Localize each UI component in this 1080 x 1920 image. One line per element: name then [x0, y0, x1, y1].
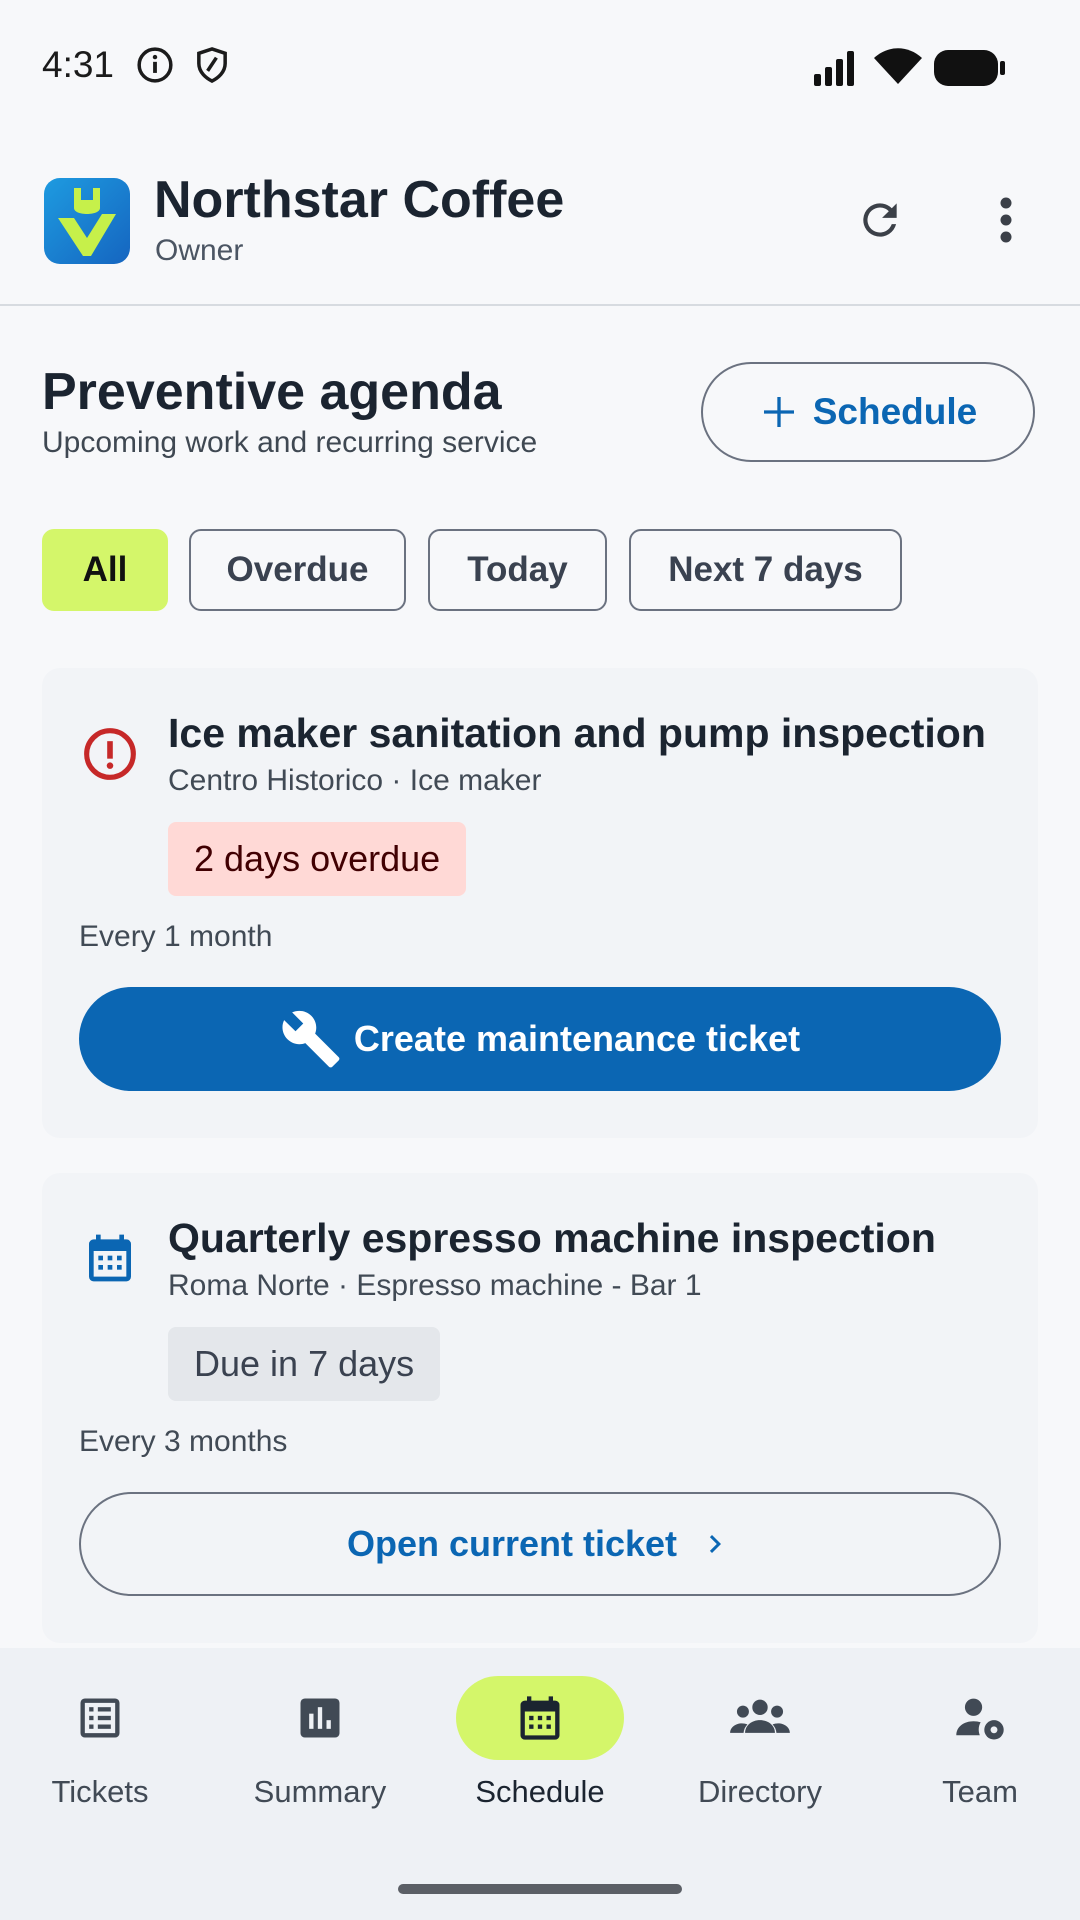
nav-summary[interactable]: Summary — [212, 1676, 428, 1826]
chevron-right-icon — [709, 1535, 722, 1553]
app-title: Northstar Coffee — [154, 171, 565, 229]
refresh-button[interactable] — [852, 192, 908, 248]
nav-tickets-label: Tickets — [51, 1774, 149, 1809]
app-logo — [44, 178, 130, 264]
status-time: 4:31 — [42, 44, 115, 85]
card-title: Ice maker sanitation and pump inspection — [168, 710, 986, 756]
nav-schedule[interactable]: Schedule — [432, 1676, 648, 1826]
plus-icon — [763, 397, 794, 427]
more-vert-icon — [1000, 197, 1012, 243]
overdue-badge: 2 days overdue — [168, 822, 467, 896]
schedule-button-label: Schedule — [812, 391, 978, 432]
filter-chip-overdue[interactable]: Overdue — [189, 529, 406, 611]
list-icon — [80, 1698, 120, 1738]
filter-chip-today[interactable]: Today — [428, 529, 607, 611]
battery-icon — [934, 50, 1006, 91]
due-badge: Due in 7 days — [168, 1327, 441, 1401]
nav-schedule-label: Schedule — [475, 1774, 605, 1809]
info-icon — [136, 46, 174, 89]
nav-summary-label: Summary — [253, 1774, 387, 1809]
create-maintenance-ticket-button[interactable]: Create maintenance ticket — [79, 987, 1001, 1091]
wifi-icon — [874, 48, 922, 91]
people-icon — [730, 1699, 790, 1733]
open-current-ticket-label: Open current ticket — [346, 1523, 678, 1564]
user-role: Owner — [155, 234, 244, 267]
calendar-icon — [82, 1230, 138, 1291]
shield-icon — [194, 46, 230, 89]
refresh-icon — [863, 203, 897, 237]
page-title: Preventive agenda — [42, 363, 502, 421]
card-frequency: Every 3 months — [79, 1425, 288, 1458]
filter-chip-next-7-days[interactable]: Next 7 days — [629, 529, 902, 611]
more-options-button[interactable] — [980, 192, 1032, 248]
calendar-icon — [520, 1696, 560, 1740]
card-frequency: Every 1 month — [79, 920, 273, 953]
alert-circle-icon — [82, 726, 138, 787]
wrench-icon — [282, 1010, 340, 1068]
create-maintenance-ticket-label: Create maintenance ticket — [353, 1018, 801, 1059]
nav-tickets[interactable]: Tickets — [0, 1676, 208, 1826]
nav-directory[interactable]: Directory — [652, 1676, 868, 1826]
card-title: Quarterly espresso machine inspection — [168, 1215, 936, 1261]
nav-team-label: Team — [942, 1774, 1018, 1809]
card-subtitle: Roma Norte · Espresso machine - Bar 1 — [168, 1269, 702, 1302]
team-settings-icon — [956, 1698, 1004, 1740]
bar-chart-icon — [300, 1698, 340, 1738]
signal-icon — [812, 50, 860, 91]
schedule-button[interactable]: Schedule — [701, 362, 1035, 462]
card-subtitle: Centro Historico · Ice maker — [168, 764, 542, 797]
nav-team[interactable]: Team — [872, 1676, 1080, 1826]
home-indicator[interactable] — [398, 1884, 682, 1894]
nav-directory-label: Directory — [697, 1774, 822, 1809]
open-current-ticket-button[interactable]: Open current ticket — [79, 1492, 1001, 1596]
filter-chip-all[interactable]: All — [42, 529, 168, 611]
page-subtitle: Upcoming work and recurring service — [42, 426, 538, 459]
